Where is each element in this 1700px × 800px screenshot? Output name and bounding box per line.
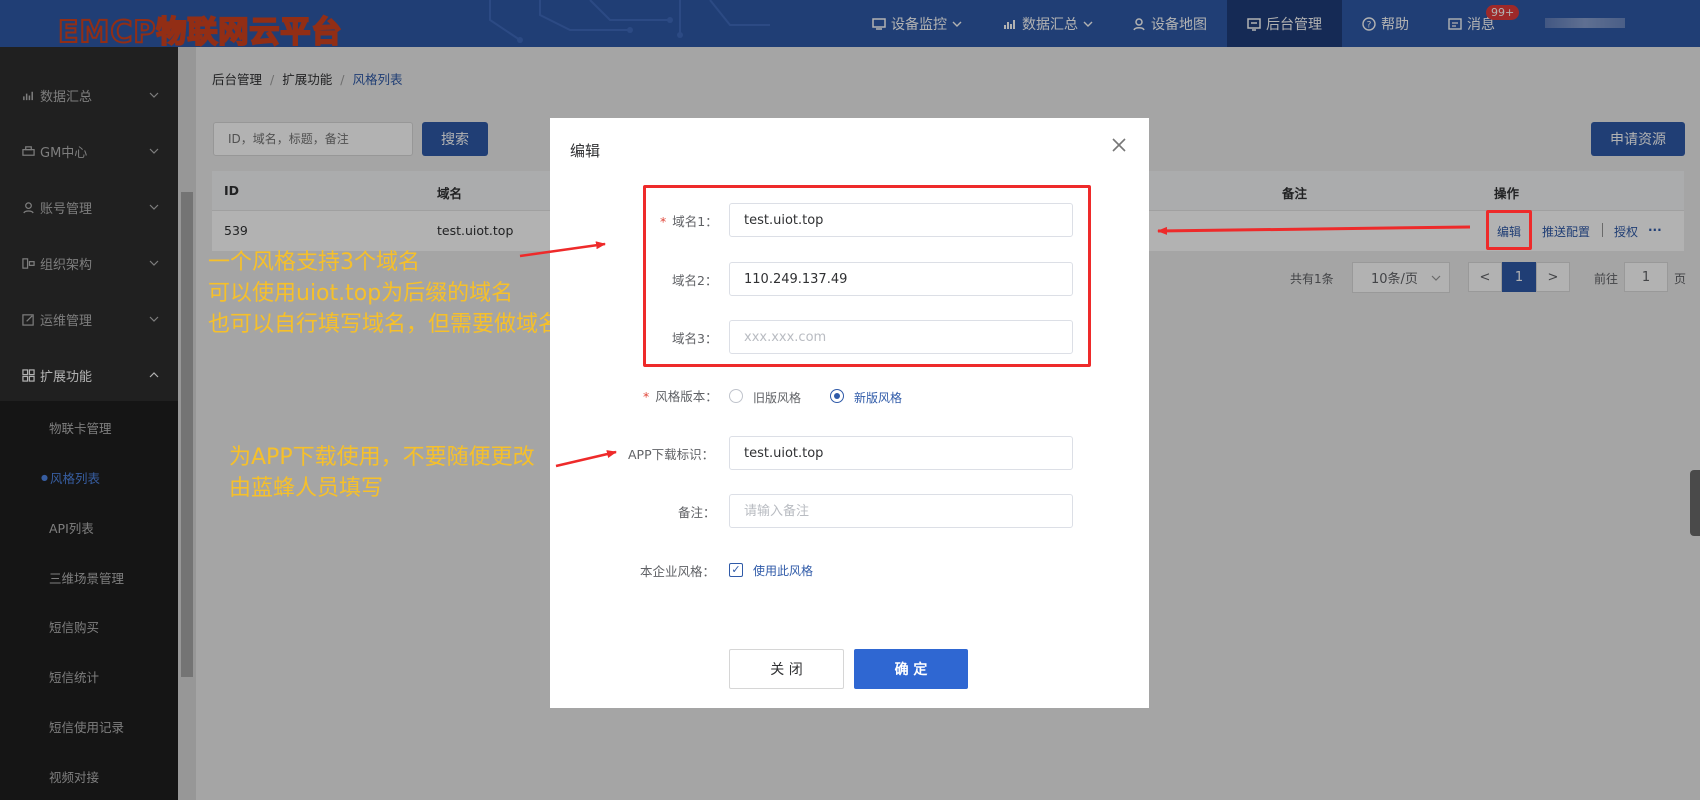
highlight-box-edit (1486, 210, 1532, 250)
radio-label-new-style[interactable]: 新版风格 (854, 389, 902, 406)
annotation-domain-note: 一个风格支持3个域名 可以使用uiot.top为后缀的域名 也可以自行填写域名，… (208, 247, 604, 340)
checkbox-use-style[interactable]: ✓ (729, 563, 743, 577)
field-label-company-style: 本企业风格： (640, 564, 716, 579)
required-marker: * (660, 214, 667, 229)
field-label-text: 域名1： (672, 214, 718, 229)
field-label-text: 风格版本： (655, 389, 718, 404)
annotation-line: 一个风格支持3个域名 (208, 250, 420, 275)
required-marker: * (643, 389, 650, 404)
app-download-id-input[interactable] (729, 436, 1073, 470)
annotation-line: 可以使用uiot.top为后缀的域名 (208, 281, 514, 306)
radio-new-style[interactable] (830, 389, 844, 403)
edit-dialog: 编辑 * 域名1： 域名2： 域名3： * 风格版本： 旧版风格 新版风格 APP下… (550, 118, 1149, 708)
domain2-input[interactable] (729, 262, 1073, 296)
annotation-line: 由蓝蜂人员填写 (229, 476, 384, 501)
field-label-domain2: 域名2： (672, 273, 718, 288)
close-icon[interactable] (1110, 136, 1128, 154)
field-label-app-id: APP下载标识： (628, 447, 715, 462)
radio-label-old-style[interactable]: 旧版风格 (753, 389, 801, 406)
annotation-app-note: 为APP下载使用，不要随便更改 由蓝蜂人员填写 (229, 442, 535, 504)
field-label-style-version: * 风格版本： (643, 386, 718, 405)
field-label-remark: 备注： (678, 505, 716, 520)
confirm-button[interactable]: 确 定 (854, 649, 968, 689)
dialog-title: 编辑 (570, 142, 601, 160)
annotation-line: 为APP下载使用，不要随便更改 (229, 445, 535, 470)
remark-input[interactable] (729, 494, 1073, 528)
floating-edge-widget[interactable] (1690, 470, 1700, 536)
checkbox-label-use-style[interactable]: 使用此风格 (753, 562, 813, 579)
field-label-domain3: 域名3： (672, 331, 718, 346)
field-label-domain1: * 域名1： (660, 211, 718, 230)
domain1-input[interactable] (729, 203, 1073, 237)
domain3-input[interactable] (729, 320, 1073, 354)
radio-old-style[interactable] (729, 389, 743, 403)
annotation-line: 也可以自行填写域名，但需要做域名解析 (208, 312, 605, 337)
close-button[interactable]: 关 闭 (729, 649, 844, 689)
